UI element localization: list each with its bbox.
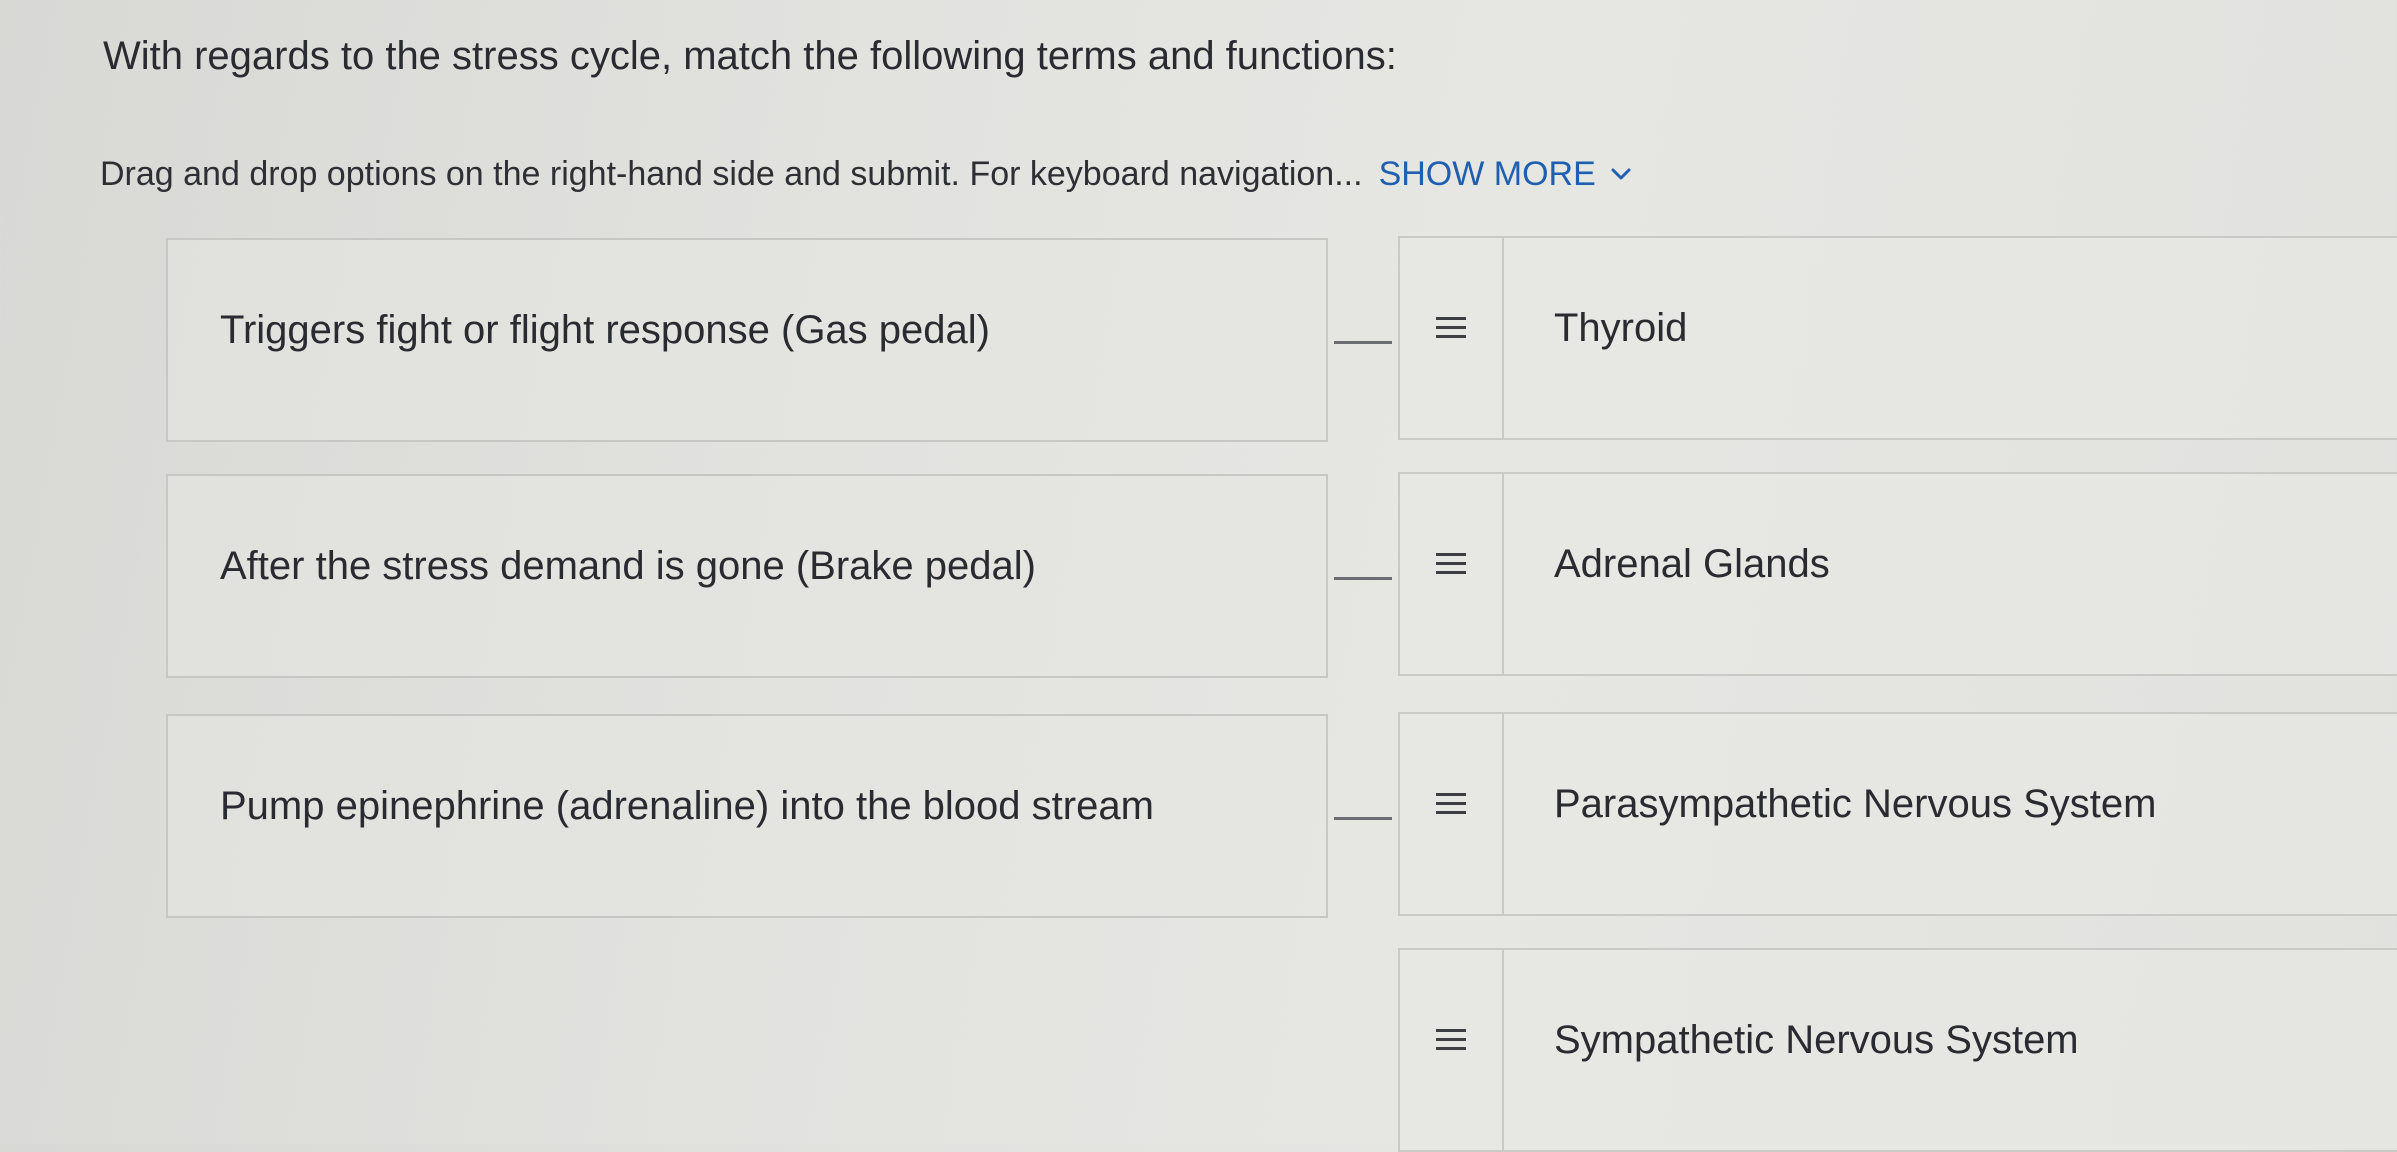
question-title: With regards to the stress cycle, match … <box>103 34 1397 78</box>
drag-handle[interactable] <box>1400 714 1504 914</box>
draggable-option[interactable]: Thyroid <box>1398 236 2397 440</box>
term-box: After the stress demand is gone (Brake p… <box>166 474 1328 678</box>
show-more-button[interactable]: SHOW MORE <box>1379 150 1632 198</box>
option-label: Adrenal Glands <box>1554 542 1830 586</box>
term-label: Triggers fight or flight response (Gas p… <box>220 308 990 352</box>
match-connector <box>1334 577 1392 580</box>
show-more-label: SHOW MORE <box>1378 155 1596 193</box>
draggable-option[interactable]: Sympathetic Nervous System <box>1398 948 2397 1152</box>
instructions: Drag and drop options on the right-hand … <box>100 150 1632 198</box>
chevron-down-icon <box>1611 168 1631 180</box>
term-box: Pump epinephrine (adrenaline) into the b… <box>166 714 1328 918</box>
drag-handle-icon <box>1436 553 1466 574</box>
draggable-option[interactable]: Parasympathetic Nervous System <box>1398 712 2397 916</box>
option-label: Thyroid <box>1554 306 1688 350</box>
drag-handle[interactable] <box>1400 474 1504 674</box>
match-connector <box>1334 341 1392 344</box>
term-label: After the stress demand is gone (Brake p… <box>220 544 1036 588</box>
term-label: Pump epinephrine (adrenaline) into the b… <box>220 784 1154 828</box>
draggable-option[interactable]: Adrenal Glands <box>1398 472 2397 676</box>
term-box: Triggers fight or flight response (Gas p… <box>166 238 1328 442</box>
drag-handle-icon <box>1436 793 1466 814</box>
option-label: Parasympathetic Nervous System <box>1554 782 2157 826</box>
match-connector <box>1334 817 1392 820</box>
drag-handle-icon <box>1436 317 1466 338</box>
drag-handle[interactable] <box>1400 950 1504 1150</box>
option-label: Sympathetic Nervous System <box>1554 1018 2079 1062</box>
drag-handle-icon <box>1436 1029 1466 1050</box>
drag-handle[interactable] <box>1400 238 1504 438</box>
instructions-text: Drag and drop options on the right-hand … <box>100 155 1363 193</box>
